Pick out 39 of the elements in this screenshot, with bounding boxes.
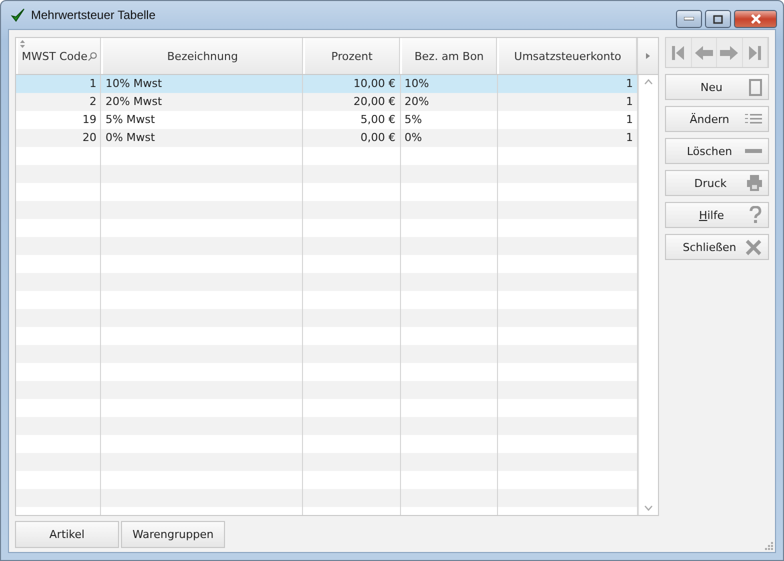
window-title: Mehrwertsteuer Tabelle bbox=[31, 8, 157, 22]
tab-button[interactable]: Artikel bbox=[15, 521, 119, 548]
first-record-icon bbox=[671, 44, 686, 60]
maximize-icon bbox=[713, 14, 723, 24]
resize-grip-icon[interactable] bbox=[765, 542, 773, 550]
table-row[interactable]: 1 10% Mwst 10,00 € 10% 1 bbox=[16, 75, 638, 93]
action-button[interactable]: Ändern bbox=[665, 106, 769, 132]
scroll-up-icon[interactable] bbox=[644, 79, 653, 85]
checkmark-icon bbox=[11, 8, 25, 22]
scroll-right-icon[interactable] bbox=[646, 53, 650, 59]
document-icon bbox=[749, 78, 762, 96]
minus-icon bbox=[745, 148, 762, 154]
column-header[interactable]: Bez. am Bon bbox=[400, 38, 498, 74]
scroll-down-icon[interactable] bbox=[644, 505, 653, 511]
minimize-button[interactable] bbox=[676, 10, 702, 28]
close-icon bbox=[750, 14, 762, 24]
action-button[interactable]: Schließen bbox=[665, 234, 769, 260]
column-header[interactable]: Bezeichnung bbox=[101, 38, 303, 74]
table-row[interactable]: 20 0% Mwst 0,00 € 0% 1 bbox=[16, 129, 638, 147]
action-button[interactable]: Hilfe bbox=[665, 202, 769, 228]
column-header[interactable]: Prozent bbox=[302, 38, 400, 74]
maximize-button[interactable] bbox=[705, 10, 731, 28]
printer-icon bbox=[747, 175, 762, 191]
list-icon bbox=[745, 113, 762, 125]
close-button[interactable] bbox=[734, 10, 777, 28]
action-button[interactable]: Neu bbox=[665, 74, 769, 100]
question-mark-icon bbox=[749, 206, 762, 224]
arrow-right-icon bbox=[719, 44, 740, 60]
table-row[interactable]: 2 20% Mwst 20,00 € 20% 1 bbox=[16, 93, 638, 111]
action-button[interactable]: Druck bbox=[665, 170, 769, 196]
arrow-left-icon bbox=[694, 44, 714, 60]
column-header[interactable]: Umsatzsteuerkonto bbox=[497, 38, 638, 74]
column-header[interactable]: MWST Code bbox=[16, 38, 102, 74]
last-record-icon bbox=[748, 44, 762, 60]
tab-button[interactable]: Warengruppen bbox=[121, 521, 225, 548]
action-button[interactable]: Löschen bbox=[665, 138, 769, 164]
minimize-icon bbox=[684, 17, 694, 21]
search-icon bbox=[88, 52, 97, 60]
close-icon bbox=[745, 238, 762, 256]
